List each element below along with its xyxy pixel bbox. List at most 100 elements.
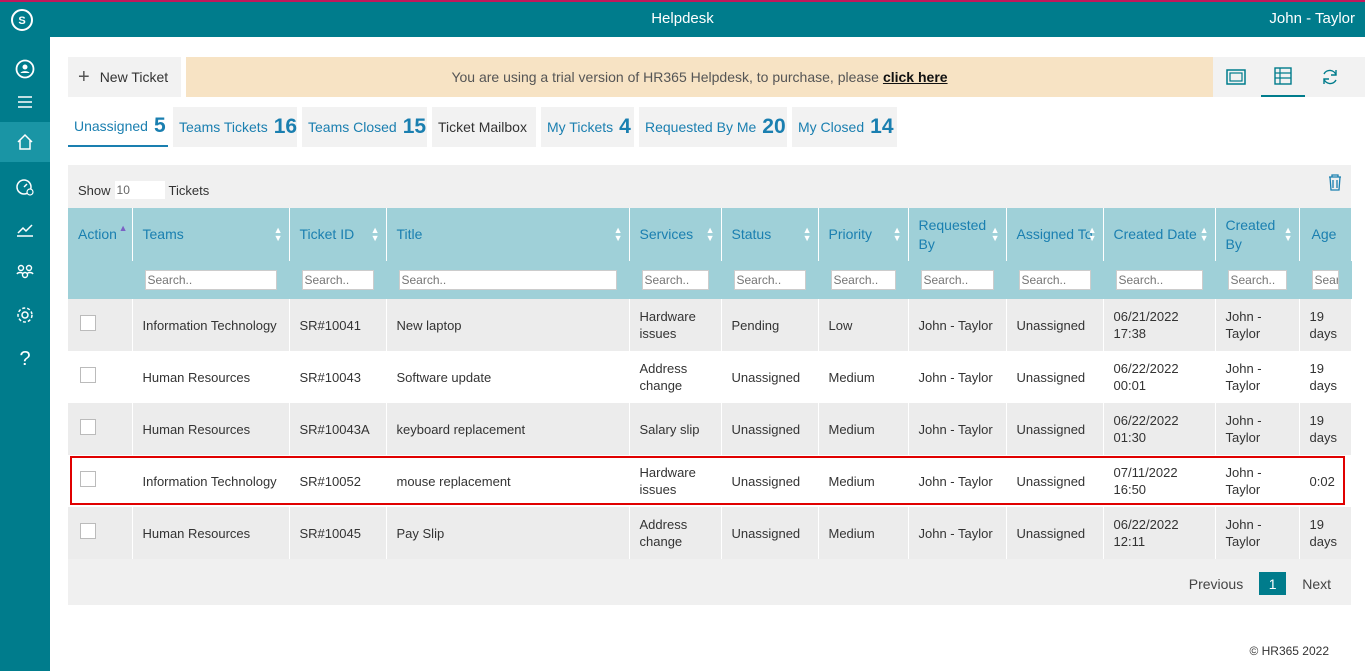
sort-icon: ▲ ▼ xyxy=(990,225,1000,243)
tab-teams-tickets[interactable]: Teams Tickets 16 xyxy=(173,107,297,147)
search-priority-input[interactable] xyxy=(830,270,896,290)
search-title-input[interactable] xyxy=(398,270,617,290)
search-requested-by-input[interactable] xyxy=(920,270,994,290)
sort-icon: ▲ ▼ xyxy=(273,225,283,243)
purchase-link[interactable]: click here xyxy=(883,69,948,85)
cell-created-by: John - Taylor xyxy=(1215,455,1300,507)
row-checkbox[interactable] xyxy=(80,523,96,539)
trial-banner: You are using a trial version of HR365 H… xyxy=(186,57,1213,97)
table-row[interactable]: Human Resources SR#10045 Pay Slip Addres… xyxy=(68,507,1352,559)
search-ticket-id-input[interactable] xyxy=(301,270,374,290)
user-name[interactable]: John - Taylor xyxy=(1269,10,1355,27)
menu-icon[interactable] xyxy=(0,82,50,122)
tickets-table: Action ▲ Teams ▲ ▼ Ticket ID ▲ ▼ Title ▲ ▼ Serv… xyxy=(68,208,1352,559)
sort-icon: ▲ ▼ xyxy=(1199,225,1209,243)
column-header-teams[interactable]: Teams ▲ ▼ xyxy=(132,208,290,261)
tab-requested-by-me[interactable]: Requested By Me 20 xyxy=(639,107,787,147)
ticket-id-link[interactable]: SR#10041 xyxy=(289,299,387,351)
cell-status: Unassigned xyxy=(721,351,819,403)
row-checkbox[interactable] xyxy=(80,315,96,331)
page-size-input[interactable] xyxy=(114,181,165,199)
page-number-button[interactable]: 1 xyxy=(1259,572,1287,595)
search-created-date-input[interactable] xyxy=(1115,270,1203,290)
ticket-id-link[interactable]: SR#10043 xyxy=(289,351,387,403)
previous-page-button[interactable]: Previous xyxy=(1189,576,1243,592)
search-age-input[interactable] xyxy=(1311,270,1339,290)
home-icon[interactable] xyxy=(0,122,50,162)
column-header-ticket-id[interactable]: Ticket ID ▲ ▼ xyxy=(289,208,387,261)
cell-priority: Medium xyxy=(818,455,909,507)
ticket-title-link[interactable]: keyboard replacement xyxy=(386,403,630,455)
sort-icon: ▲ ▼ xyxy=(892,225,902,243)
row-checkbox[interactable] xyxy=(80,367,96,383)
table-row[interactable]: Information Technology SR#10052 mouse re… xyxy=(68,455,1352,507)
sort-asc-icon: ▲ xyxy=(118,223,128,233)
help-icon[interactable]: ? xyxy=(0,339,50,379)
ticket-title-link[interactable]: mouse replacement xyxy=(386,455,630,507)
table-row[interactable]: Information Technology SR#10041 New lapt… xyxy=(68,299,1352,351)
tab-label: Requested By Me xyxy=(645,119,757,135)
column-header-status[interactable]: Status ▲ ▼ xyxy=(721,208,819,261)
search-assigned-to-input[interactable] xyxy=(1018,270,1091,290)
refresh-icon[interactable] xyxy=(1308,57,1352,97)
copyright-footer: © HR365 2022 xyxy=(1249,644,1329,658)
cell-services: Address change xyxy=(629,507,722,559)
search-created-by-input[interactable] xyxy=(1227,270,1287,290)
cell-assigned-to: Unassigned xyxy=(1006,507,1104,559)
column-header-services[interactable]: Services ▲ ▼ xyxy=(629,208,722,261)
row-checkbox[interactable] xyxy=(80,419,96,435)
column-header-assigned-to[interactable]: Assigned To ▲ ▼ xyxy=(1006,208,1104,261)
chart-icon[interactable] xyxy=(0,209,50,249)
cell-created-date: 06/22/2022 00:01 xyxy=(1103,351,1216,403)
cell-created-by: John - Taylor xyxy=(1215,507,1300,559)
ticket-id-link[interactable]: SR#10052 xyxy=(289,455,387,507)
column-header-age[interactable]: Age xyxy=(1299,208,1352,261)
ticket-title-link[interactable]: Software update xyxy=(386,351,630,403)
search-services-input[interactable] xyxy=(641,270,709,290)
grid-view-icon[interactable] xyxy=(1261,57,1305,97)
tab-teams-closed[interactable]: Teams Closed 15 xyxy=(302,107,427,147)
tab-unassigned[interactable]: Unassigned 5 xyxy=(68,107,168,147)
cell-age: 19 days xyxy=(1299,507,1352,559)
table-row[interactable]: Human Resources SR#10043 Software update… xyxy=(68,351,1352,403)
row-checkbox[interactable] xyxy=(80,471,96,487)
cell-requested-by: John - Taylor xyxy=(908,351,1007,403)
trial-text: You are using a trial version of HR365 H… xyxy=(451,69,879,85)
tab-my-tickets[interactable]: My Tickets 4 xyxy=(541,107,634,147)
cell-services: Salary slip xyxy=(629,403,722,455)
next-page-button[interactable]: Next xyxy=(1302,576,1331,592)
dashboard-icon[interactable] xyxy=(0,167,50,207)
page-size-control: Show Tickets xyxy=(78,181,209,199)
plus-icon: + xyxy=(78,65,90,88)
ticket-title-link[interactable]: New laptop xyxy=(386,299,630,351)
column-header-created-date[interactable]: Created Date ▲ ▼ xyxy=(1103,208,1216,261)
table-row[interactable]: Human Resources SR#10043A keyboard repla… xyxy=(68,403,1352,455)
tab-count: 16 xyxy=(273,115,298,138)
tab-ticket-mailbox[interactable]: Ticket Mailbox xyxy=(432,107,536,147)
gear-icon[interactable] xyxy=(0,295,50,335)
column-header-priority[interactable]: Priority ▲ ▼ xyxy=(818,208,909,261)
tab-label: My Tickets xyxy=(547,119,614,135)
tab-count: 14 xyxy=(870,115,894,138)
new-ticket-button[interactable]: + New Ticket xyxy=(68,57,181,97)
cell-created-by: John - Taylor xyxy=(1215,351,1300,403)
app-title: Helpdesk xyxy=(651,10,714,27)
card-view-icon[interactable] xyxy=(1214,57,1258,97)
ticket-id-link[interactable]: SR#10045 xyxy=(289,507,387,559)
column-header-title[interactable]: Title ▲ ▼ xyxy=(386,208,630,261)
search-teams-input[interactable] xyxy=(144,270,277,290)
trash-icon[interactable] xyxy=(1327,173,1343,194)
ticket-title-link[interactable]: Pay Slip xyxy=(386,507,630,559)
ticket-id-link[interactable]: SR#10043A xyxy=(289,403,387,455)
sharepoint-logo-icon[interactable]: S xyxy=(11,9,33,31)
tab-label: Unassigned xyxy=(74,118,148,134)
pagination: Previous 1 Next xyxy=(1189,572,1331,595)
column-header-created-by[interactable]: Created By ▲ ▼ xyxy=(1215,208,1300,261)
cell-requested-by: John - Taylor xyxy=(908,299,1007,351)
users-icon[interactable] xyxy=(0,252,50,292)
column-header-requested-by[interactable]: Requested By ▲ ▼ xyxy=(908,208,1007,261)
column-header-action[interactable]: Action ▲ xyxy=(68,208,133,261)
cell-status: Unassigned xyxy=(721,507,819,559)
search-status-input[interactable] xyxy=(733,270,806,290)
tab-my-closed[interactable]: My Closed 14 xyxy=(792,107,897,147)
